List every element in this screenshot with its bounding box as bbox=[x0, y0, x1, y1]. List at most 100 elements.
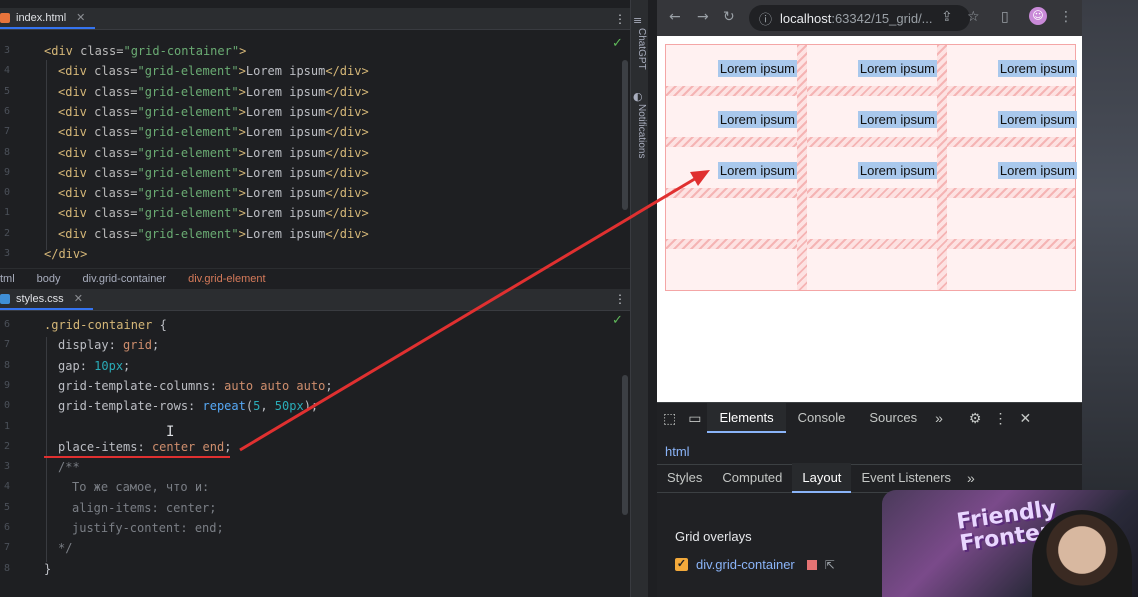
overlay-element-name[interactable]: div.grid-container bbox=[696, 557, 795, 572]
tab-styles-css[interactable]: styles.css ✕ bbox=[0, 289, 93, 310]
code-line[interactable]: 1 bbox=[0, 417, 620, 437]
chatgpt-tool-label[interactable]: ChatGPT bbox=[631, 28, 647, 70]
bookmark-star-icon[interactable]: ☆ bbox=[967, 9, 980, 25]
site-info-icon[interactable]: ⓘ bbox=[759, 9, 772, 28]
code-token: > bbox=[238, 64, 246, 79]
code-line[interactable]: 8 gap: 10px; bbox=[0, 356, 620, 376]
code-line[interactable]: 1 <div class="grid-element">Lorem ipsum</… bbox=[0, 203, 620, 223]
code-line[interactable]: 5 <div class="grid-element">Lorem ipsum</… bbox=[0, 82, 620, 102]
code-line[interactable]: 8 <div class="grid-element">Lorem ipsum</… bbox=[0, 143, 620, 163]
tab-sources[interactable]: Sources bbox=[857, 403, 929, 433]
code-token: </div> bbox=[325, 165, 369, 180]
code-token: "grid-element" bbox=[137, 206, 239, 221]
highlight-element-icon[interactable]: ⇱ bbox=[825, 558, 835, 572]
share-icon[interactable]: ⇪ bbox=[941, 9, 953, 25]
grid-element[interactable]: Lorem ipsum bbox=[717, 162, 797, 179]
grid-element[interactable]: Lorem ipsum bbox=[857, 162, 937, 179]
profile-avatar[interactable]: ☺ bbox=[1029, 7, 1047, 25]
tab-elements[interactable]: Elements bbox=[707, 403, 786, 433]
reload-icon[interactable]: ↻ bbox=[723, 9, 735, 25]
code-line[interactable]: 9 <div class="grid-element">Lorem ipsum</… bbox=[0, 163, 620, 183]
back-arrow-icon[interactable]: ← bbox=[669, 9, 681, 25]
css-editor-scrollbar[interactable] bbox=[622, 375, 628, 515]
breadcrumb-html[interactable]: tml bbox=[0, 273, 15, 285]
more-tabs-icon[interactable]: » bbox=[961, 470, 981, 486]
forward-arrow-icon[interactable]: → bbox=[697, 9, 709, 25]
notifications-tool-label[interactable]: Notifications bbox=[631, 104, 647, 158]
code-text: То же самое, что и: bbox=[72, 477, 209, 497]
code-line[interactable]: 9 grid-template-columns: auto auto auto; bbox=[0, 376, 620, 396]
close-icon[interactable]: ✕ bbox=[74, 292, 83, 305]
code-line[interactable]: 0 grid-template-rows: repeat(5, 50px); bbox=[0, 396, 620, 416]
code-line[interactable]: 8} bbox=[0, 559, 620, 579]
more-tabs-icon[interactable]: » bbox=[929, 410, 949, 426]
line-number: 7 bbox=[3, 126, 10, 138]
code-line[interactable]: 3 <div class="grid-container"> bbox=[0, 41, 620, 61]
line-number: 3 bbox=[3, 45, 10, 56]
grid-element[interactable]: Lorem ipsum bbox=[997, 60, 1077, 77]
grid-element[interactable]: Lorem ipsum bbox=[857, 111, 937, 128]
tab-layout[interactable]: Layout bbox=[792, 462, 852, 493]
line-number: 1 bbox=[3, 207, 10, 219]
code-line[interactable]: 6 <div class="grid-element">Lorem ipsum</… bbox=[0, 102, 620, 122]
code-token: grid bbox=[123, 338, 152, 353]
overlay-color-swatch[interactable] bbox=[806, 559, 817, 570]
gear-icon[interactable]: ⚙ bbox=[963, 410, 988, 427]
code-line[interactable]: 7 display: grid; bbox=[0, 335, 620, 355]
code-line[interactable]: 3 </div> bbox=[0, 244, 620, 264]
devtools-menu-icon[interactable]: ⋮ bbox=[987, 410, 1013, 427]
code-token: Lorem ipsum bbox=[245, 84, 326, 99]
code-token: Lorem ipsum bbox=[245, 125, 326, 140]
html-editor-scrollbar[interactable] bbox=[622, 60, 628, 210]
dom-breadcrumb-html[interactable]: html bbox=[665, 444, 690, 459]
code-line[interactable]: 2 place-items: center end; bbox=[0, 437, 620, 457]
code-line[interactable]: 6 justify-content: end; bbox=[0, 518, 620, 538]
tab-console[interactable]: Console bbox=[786, 403, 858, 433]
browser-menu-icon[interactable]: ⋮ bbox=[1059, 9, 1073, 25]
code-token: "grid-element" bbox=[137, 104, 239, 119]
code-line[interactable]: 0 <div class="grid-element">Lorem ipsum</… bbox=[0, 183, 620, 203]
breadcrumb-grid-element[interactable]: div.grid-element bbox=[188, 273, 265, 285]
code-line[interactable]: 6 .grid-container { bbox=[0, 315, 620, 335]
address-bar[interactable]: ⓘ localhost:63342/15_grid/... bbox=[749, 5, 970, 31]
code-line[interactable]: 4 <div class="grid-element">Lorem ipsum</… bbox=[0, 61, 620, 81]
code-line[interactable]: 3 /** bbox=[0, 457, 620, 477]
code-token: center end bbox=[151, 439, 225, 454]
overlay-checkbox[interactable]: ✓ bbox=[675, 558, 688, 571]
tab-index-html[interactable]: index.html ✕ bbox=[0, 8, 96, 29]
code-line[interactable]: 5 align-items: center; bbox=[0, 498, 620, 518]
code-line[interactable]: 4 То же самое, что и: bbox=[0, 477, 620, 497]
code-token: align-items: center; bbox=[72, 500, 217, 515]
ai-assistant-icon[interactable]: ≡ bbox=[633, 14, 642, 27]
side-panel-icon[interactable]: ▯ bbox=[1001, 9, 1009, 25]
tab-styles[interactable]: Styles bbox=[657, 463, 712, 493]
close-icon[interactable]: ✕ bbox=[1013, 410, 1037, 427]
code-text: place-items: center end; bbox=[58, 437, 231, 457]
grid-element[interactable]: Lorem ipsum bbox=[717, 111, 797, 128]
grid-element[interactable]: Lorem ipsum bbox=[997, 162, 1077, 179]
bell-icon[interactable]: ◐ bbox=[633, 90, 643, 103]
tab-computed[interactable]: Computed bbox=[712, 463, 792, 493]
inspect-element-icon[interactable]: ⬚ bbox=[657, 410, 682, 427]
grid-element[interactable]: Lorem ipsum bbox=[997, 111, 1077, 128]
tab-event-listeners[interactable]: Event Listeners bbox=[851, 463, 961, 493]
line-number: 7 bbox=[3, 542, 10, 554]
breadcrumb-body[interactable]: body bbox=[37, 273, 61, 285]
grid-element[interactable]: Lorem ipsum bbox=[857, 60, 937, 77]
grid-container[interactable]: Lorem ipsum Lorem ipsum Lorem ipsum Lorem i… bbox=[665, 44, 1077, 291]
html-code-editor[interactable]: 3 <div class="grid-container"> 4 <div class… bbox=[0, 41, 630, 266]
close-icon[interactable]: ✕ bbox=[76, 11, 85, 24]
code-token: > bbox=[238, 84, 246, 99]
breadcrumb-grid-container[interactable]: div.grid-container bbox=[83, 273, 167, 285]
code-token: : bbox=[188, 399, 203, 414]
code-line[interactable]: 7 */ bbox=[0, 538, 620, 558]
grid-element[interactable]: Lorem ipsum bbox=[717, 60, 797, 77]
code-token: "grid-element" bbox=[137, 125, 239, 140]
code-token: > bbox=[238, 186, 246, 201]
code-token: </div> bbox=[325, 64, 369, 79]
code-token: > bbox=[238, 226, 246, 241]
code-line[interactable]: 7 <div class="grid-element">Lorem ipsum</… bbox=[0, 122, 620, 142]
device-toolbar-icon[interactable]: ▭ bbox=[682, 410, 707, 427]
code-text: <div class="grid-element">Lorem ipsum</d… bbox=[58, 143, 369, 163]
code-line[interactable]: 2 <div class="grid-element">Lorem ipsum</… bbox=[0, 224, 620, 244]
